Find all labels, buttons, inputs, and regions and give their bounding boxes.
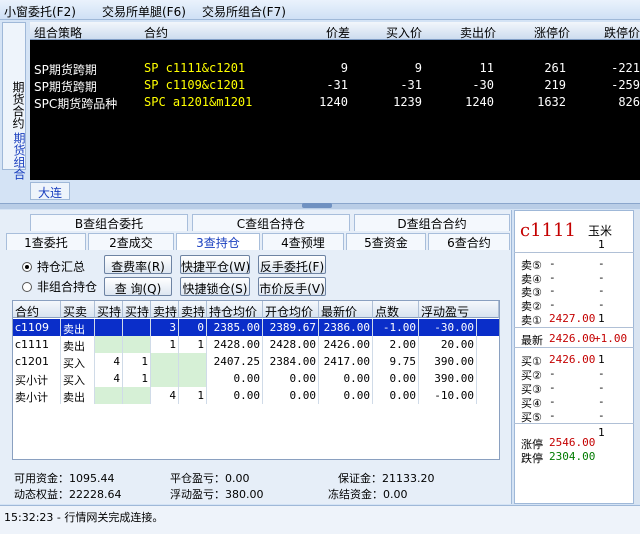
col-buy-hold[interactable]: 买持 [95, 301, 123, 319]
exchange-tab-dalian[interactable]: 大连 [30, 182, 70, 200]
close-pnl: 平仓盈亏：0.00 [170, 472, 250, 485]
col-points[interactable]: 点数 [373, 301, 419, 319]
table-row[interactable]: 买小计 买入 4 1 0.00 0.00 0.00 0.00 390.00 [13, 370, 499, 387]
tab-combo-contracts[interactable]: D查组合合约 [354, 214, 510, 231]
divider [514, 252, 634, 253]
extra-volume: 1 [598, 426, 605, 439]
market-contract-count: 1 [598, 238, 605, 251]
top-menu-bar: 小窗委托(F2) 交易所单腿(F6) 交易所组合(F7) [0, 0, 640, 20]
col-hold-avg[interactable]: 持仓均价 [207, 301, 263, 319]
col-spread[interactable]: 价差 [310, 24, 350, 41]
col-contract[interactable]: 合约 [13, 301, 61, 319]
col-sell-hold-today[interactable]: 卖持 [179, 301, 207, 319]
menu-exchange-combo[interactable]: 交易所组合(F7) [202, 3, 286, 20]
bid-level-price[interactable]: 2426.00 [549, 353, 595, 366]
divider [514, 423, 634, 424]
bid-level-volume: 1 [598, 353, 605, 366]
col-ask[interactable]: 卖出价 [440, 24, 496, 41]
market-reverse-button[interactable]: 市价反手(V) [258, 277, 326, 296]
quote-row[interactable]: SP期货跨期 SP c1109&c1201 -31 -31 -30 219 -2… [30, 77, 640, 94]
quote-row[interactable]: SPC期货跨品种 SPC a1201&m1201 1240 1239 1240 … [30, 94, 640, 111]
ask-level-price[interactable]: - [549, 271, 556, 284]
quick-close-button[interactable]: 快捷平仓(W) [180, 255, 250, 274]
right-scrollbar[interactable] [634, 210, 640, 504]
bid-level-volume: - [598, 367, 605, 380]
bid-level-price[interactable]: - [549, 367, 556, 380]
grid-header: 组合策略 合约 价差 买入价 卖出价 涨停价 跌停价 [30, 22, 640, 40]
col-limit-down[interactable]: 跌停价 [580, 24, 640, 41]
radio-non-combo-position[interactable]: 非组合持仓 [22, 278, 97, 295]
side-tab-futures-combo[interactable]: 期货组合 [2, 108, 26, 180]
available-funds: 可用资金：1095.44 [14, 472, 115, 485]
ask-level-price[interactable]: - [549, 298, 556, 311]
dynamic-equity: 动态权益：22228.64 [14, 488, 122, 501]
bid-level-price[interactable]: - [549, 381, 556, 394]
bid-level-price[interactable]: - [549, 395, 556, 408]
table-row[interactable]: 卖小计 卖出 4 1 0.00 0.00 0.00 0.00 -10.00 [13, 387, 499, 404]
position-table: 合约 买卖 买持 买持 卖持 卖持 持仓均价 开仓均价 最新价 点数 浮动盈亏 … [12, 300, 500, 460]
ask-level-volume: 1 [598, 312, 605, 325]
tab-combo-orders[interactable]: B查组合委托 [30, 214, 188, 231]
tab-combo-positions[interactable]: C查组合持仓 [192, 214, 350, 231]
radio-position-summary[interactable]: 持仓汇总 [22, 258, 85, 275]
col-float-pnl[interactable]: 浮动盈亏 [419, 301, 499, 319]
table-row[interactable]: c1109 卖出 3 0 2385.00 2389.67 2386.00 -1.… [13, 319, 499, 336]
query-button[interactable]: 查 询(Q) [104, 277, 172, 296]
col-limit-up[interactable]: 涨停价 [510, 24, 570, 41]
fee-rate-button[interactable]: 查费率(R) [104, 255, 172, 274]
ask-level-price[interactable]: - [549, 284, 556, 297]
ask-level-volume: - [598, 298, 605, 311]
tab-preset-orders[interactable]: 4查预埋 [262, 233, 344, 250]
margin: 保证金：21133.20 [338, 472, 435, 485]
ask-level-volume: - [598, 284, 605, 297]
market-contract-name: 玉米 [588, 224, 613, 238]
radio-on-icon [22, 262, 32, 272]
col-contract[interactable]: 合约 [144, 24, 168, 41]
ask-level-volume: - [598, 271, 605, 284]
status-message: 15:32:23 - 行情网关完成连接。 [4, 511, 164, 524]
menu-exchange-single-leg[interactable]: 交易所单腿(F6) [102, 3, 186, 20]
divider [514, 347, 634, 348]
reverse-order-button[interactable]: 反手委托(F) [258, 255, 326, 274]
quote-row[interactable]: SP期货跨期 SP c1111&c1201 9 9 11 261 -221 [30, 60, 640, 77]
table-row[interactable]: c1111 卖出 1 1 2428.00 2428.00 2426.00 2.0… [13, 336, 499, 353]
col-last-price[interactable]: 最新价 [319, 301, 373, 319]
col-sell-hold[interactable]: 卖持 [151, 301, 179, 319]
limit-down-price[interactable]: 2304.00 [549, 450, 595, 463]
bid-level-price[interactable]: - [549, 409, 556, 422]
combo-quote-grid: 组合策略 合约 价差 买入价 卖出价 涨停价 跌停价 SP期货跨期 SP c11… [30, 22, 640, 180]
ask-level-price[interactable]: 2427.00 [549, 312, 595, 325]
last-change: +1.00 [594, 332, 628, 345]
col-side[interactable]: 买卖 [61, 301, 95, 319]
tab-trades[interactable]: 2查成交 [88, 233, 174, 250]
bid-level-volume: - [598, 395, 605, 408]
table-row[interactable]: c1201 买入 4 1 2407.25 2384.00 2417.00 9.7… [13, 353, 499, 370]
col-buy-hold-today[interactable]: 买持 [123, 301, 151, 319]
bid-level-volume: - [598, 409, 605, 422]
quick-lock-button[interactable]: 快捷锁仓(S) [180, 277, 250, 296]
bid-level-volume: - [598, 381, 605, 394]
limit-down-label: 跌停 [521, 452, 543, 465]
ask-level-volume: - [598, 257, 605, 270]
tab-contracts[interactable]: 6查合约 [428, 233, 510, 250]
col-bid[interactable]: 买入价 [370, 24, 422, 41]
splitter-grip-icon[interactable] [302, 203, 332, 208]
tab-orders[interactable]: 1查委托 [6, 233, 86, 250]
ask-level-label: 卖① [521, 314, 542, 327]
radio-off-icon [22, 282, 32, 292]
tab-funds[interactable]: 5查资金 [346, 233, 426, 250]
tab-positions[interactable]: 3查持仓 [176, 233, 260, 250]
limit-up-price[interactable]: 2546.00 [549, 436, 595, 449]
col-open-avg[interactable]: 开仓均价 [263, 301, 319, 319]
ask-level-price[interactable]: - [549, 257, 556, 270]
col-strategy[interactable]: 组合策略 [34, 24, 82, 41]
last-price[interactable]: 2426.00 [549, 332, 595, 345]
menu-small-order[interactable]: 小窗委托(F2) [4, 3, 76, 20]
market-contract-code: c1111 [520, 220, 576, 241]
float-pnl: 浮动盈亏：380.00 [170, 488, 264, 501]
divider [514, 327, 634, 328]
frozen-funds: 冻结资金：0.00 [328, 488, 408, 501]
last-price-label: 最新 [521, 334, 543, 347]
